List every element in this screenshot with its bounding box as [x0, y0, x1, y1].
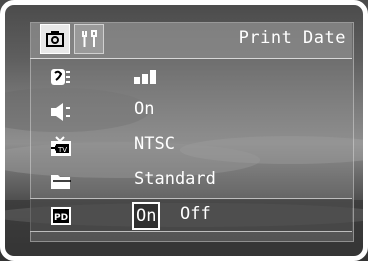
- menu-row-sound[interactable]: [30, 60, 352, 94]
- beep-value: On: [134, 99, 155, 119]
- level-bar: [142, 74, 148, 84]
- svg-text:PD: PD: [54, 213, 68, 223]
- menu-header: Print Date: [30, 22, 352, 59]
- folder-value: Standard: [134, 169, 216, 189]
- print-date-option-on[interactable]: On: [132, 202, 161, 230]
- video-out-value: NTSC: [134, 134, 175, 154]
- menu-row-beep[interactable]: On: [30, 95, 352, 129]
- menu-row-print-date[interactable]: PD On Off: [30, 198, 352, 232]
- camera-icon: [46, 31, 64, 47]
- video-out-icon: TV: [51, 136, 71, 156]
- page-title: Print Date: [238, 28, 346, 48]
- level-bar: [150, 70, 156, 84]
- level-bar: [134, 77, 140, 84]
- beep-icon: [51, 103, 70, 121]
- menu-row-video-out[interactable]: TV NTSC: [30, 130, 352, 164]
- print-date-icon: PD: [51, 207, 71, 225]
- folder-icon: [51, 175, 71, 189]
- setup-tools-icon: [82, 30, 97, 47]
- print-date-option-off[interactable]: Off: [178, 202, 213, 226]
- tab-setup[interactable]: [74, 24, 104, 54]
- svg-text:TV: TV: [57, 146, 67, 154]
- menu-row-folder[interactable]: Standard: [30, 165, 352, 199]
- tab-camera[interactable]: [40, 24, 70, 54]
- volume-level-bars: [134, 70, 158, 84]
- sound-icon: [51, 69, 70, 85]
